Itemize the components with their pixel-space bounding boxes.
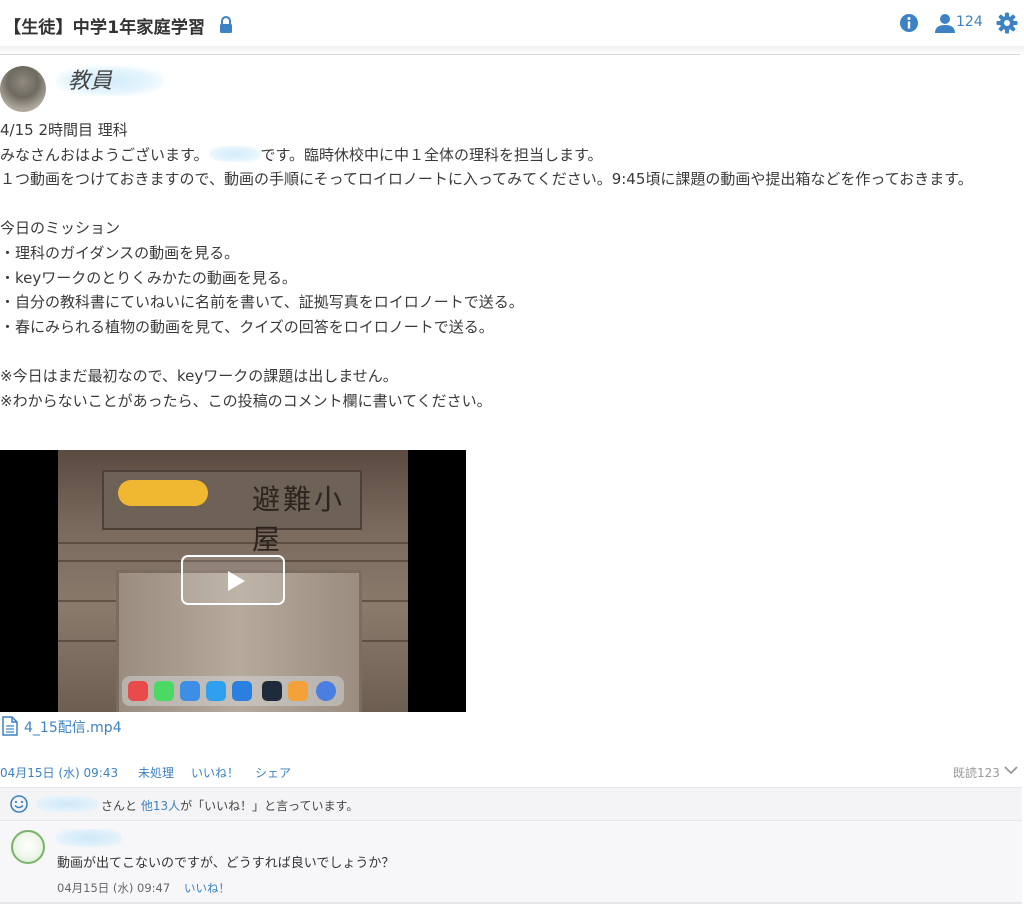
video-dock — [122, 676, 344, 706]
post-line: 4/15 2時間目 理科 — [0, 121, 128, 139]
post-line-part: です。臨時休校中に中１全体の理科を担当します。 — [260, 145, 603, 164]
sign-redaction — [118, 480, 208, 506]
likes-summary: さんと 他13人が「いいね！」と言っています。 — [0, 787, 1022, 820]
post-line-part: みなさんおはようございます。 — [0, 145, 209, 164]
files-icon — [232, 681, 252, 701]
post-line: ・keyワークのとりくみかたの動画を見る。 — [0, 268, 297, 287]
play-button[interactable] — [181, 555, 285, 605]
app-icon — [128, 681, 148, 701]
smile-icon — [10, 795, 28, 813]
member-count[interactable]: 124 — [956, 14, 983, 30]
likes-tail: が「いいね！」と言っています。 — [180, 799, 359, 813]
post-line — [0, 192, 1022, 217]
comment-like-button[interactable]: いいね！ — [184, 880, 230, 896]
post-body: 4/15 2時間目 理科 みなさんおはようございます。 です。臨時休校中に中１全体… — [0, 118, 1022, 413]
status-button[interactable]: 未処理 — [138, 764, 174, 781]
post-line: １つ動画をつけておきますので、動画の手順にそってロイロノートに入ってみてください… — [0, 170, 973, 189]
name-redaction — [208, 145, 261, 162]
post-timestamp[interactable]: 04月15日 (水) 09:43 — [0, 764, 118, 781]
likes-others-link[interactable]: 他13人 — [141, 799, 180, 813]
gear-icon[interactable] — [996, 12, 1018, 34]
commenter-avatar[interactable] — [11, 830, 45, 864]
file-icon — [2, 716, 18, 736]
lock-icon — [220, 16, 232, 33]
like-button[interactable]: いいね！ — [191, 764, 239, 781]
header-divider — [0, 54, 1020, 55]
play-icon — [228, 571, 245, 591]
comment-item: 動画が出てこないのですが、どうすれば良いでしょうか？ 04月15日 (水) 09… — [0, 820, 1022, 903]
post-line: ※今日はまだ最初なので、keyワークの課題は出しません。 — [0, 366, 398, 385]
bottom-divider — [0, 902, 1022, 904]
safari-icon — [206, 681, 226, 701]
video-statusbar — [58, 450, 408, 458]
app-icon — [316, 681, 336, 701]
photos-icon — [288, 681, 308, 701]
post-line: ・春にみられる植物の動画を見て、クイズの回答をロイロノートで送る。 — [0, 317, 494, 336]
messages-icon — [154, 681, 174, 701]
attachment-link[interactable]: 4_15配信.mp4 — [24, 717, 122, 737]
share-button[interactable]: シェア — [255, 764, 291, 781]
mail-icon — [180, 681, 200, 701]
post-line: ※わからないことがあったら、この投稿のコメント欄に書いてください。 — [0, 391, 492, 410]
comment-timestamp: 04月15日 (水) 09:47 — [57, 881, 171, 895]
group-title: 【生徒】中学1年家庭学習 — [4, 18, 206, 38]
comment-text: 動画が出てこないのですが、どうすれば良いでしょうか？ — [57, 856, 395, 871]
group-header: 【生徒】中学1年家庭学習 124 — [0, 0, 1024, 46]
chevron-down-icon[interactable] — [1004, 765, 1018, 775]
likes-suffix: さんと — [101, 799, 138, 813]
commenter-name-redaction — [56, 829, 122, 847]
likes-text: さんと 他13人が「いいね！」と言っています。 — [101, 797, 358, 814]
read-count[interactable]: 既読123 — [953, 764, 1000, 781]
post-line: 今日のミッション — [0, 219, 121, 238]
sign-text: 避難小屋 — [252, 483, 346, 556]
author-name[interactable]: 教員 — [68, 63, 112, 95]
post-line: ・理科のガイダンスの動画を見る。 — [0, 243, 240, 262]
post-line: みなさんおはようございます。 です。臨時休校中に中１全体の理科を担当します。 — [0, 143, 1022, 168]
liker-redaction — [36, 796, 98, 812]
post-line — [0, 339, 1022, 364]
post-line: ・自分の教科書にていねいに名前を書いて、証拠写真をロイロノートで送る。 — [0, 293, 524, 312]
info-icon[interactable] — [899, 13, 919, 33]
loilo-icon — [262, 681, 282, 701]
author-avatar[interactable] — [0, 66, 46, 112]
members-icon[interactable] — [934, 13, 956, 33]
